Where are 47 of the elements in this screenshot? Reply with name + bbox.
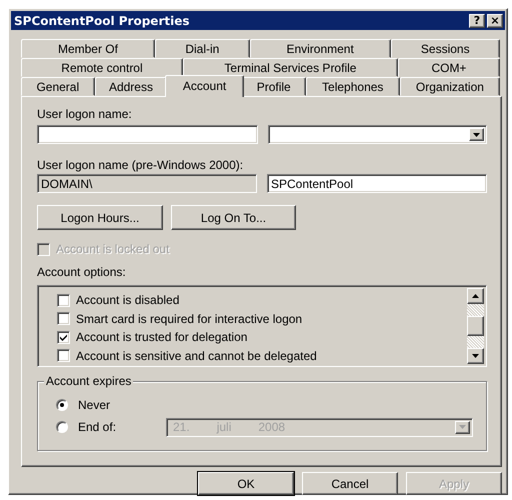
tab[interactable]: Organization [400, 77, 500, 96]
checkbox-label: Account is disabled [76, 293, 180, 308]
checkbox-label: Smart card is required for interactive logon [76, 312, 302, 326]
input-field[interactable] [37, 125, 258, 144]
tab[interactable]: Terminal Services Profile [182, 58, 398, 77]
section-label: Account options: [37, 265, 127, 280]
radio-label: End of: [78, 420, 116, 434]
field-label: User logon name: [37, 107, 133, 122]
radio-button[interactable] [56, 421, 68, 433]
tab[interactable]: Environment [250, 39, 391, 58]
down-arrow-icon [472, 354, 479, 358]
scrollbar[interactable] [467, 288, 484, 364]
close-button[interactable]: × [487, 14, 503, 28]
checkbox-label: Account is sensitive and cannot be delegated [76, 348, 317, 363]
checkbox-label: Account is trusted for delegation [76, 330, 248, 344]
radio-label: Never [78, 398, 110, 412]
domain-field: DOMAIN\ [37, 174, 257, 193]
input-field[interactable]: SPContentPool [267, 174, 487, 193]
field-label: User logon name (pre-Windows 2000): [37, 158, 244, 173]
tab[interactable]: COM+ [398, 58, 500, 77]
tab[interactable]: Member Of [21, 39, 155, 58]
help-button[interactable]: ? [469, 14, 485, 28]
log-on-to-button[interactable]: Log On To... [171, 205, 296, 230]
window-title: SPContentPool Properties [14, 14, 190, 28]
dropdown-button[interactable] [469, 128, 484, 141]
tab[interactable]: General [21, 77, 95, 96]
dialog-button[interactable]: OK [198, 472, 294, 495]
group-label: Account expires [44, 374, 134, 389]
tab[interactable]: Sessions [390, 39, 500, 58]
tab[interactable]: Profile [242, 77, 306, 96]
logon-hours-button[interactable]: Logon Hours... [37, 205, 163, 230]
tab[interactable]: Remote control [21, 58, 183, 77]
checkbox[interactable] [57, 330, 70, 344]
caret-icon [473, 132, 480, 136]
caret-icon [459, 425, 466, 429]
up-arrow-icon [472, 294, 479, 298]
check-icon [59, 332, 68, 342]
tab[interactable]: Telephones [306, 77, 400, 96]
radio-button[interactable] [56, 399, 68, 411]
suffix-combo[interactable] [268, 125, 487, 144]
checkbox[interactable] [57, 294, 70, 307]
tab[interactable]: Account [165, 75, 244, 97]
tab[interactable]: Address [94, 77, 168, 96]
dialog-button[interactable]: Cancel [302, 472, 398, 495]
checkbox[interactable] [57, 349, 70, 362]
checkbox[interactable] [57, 312, 70, 326]
tab[interactable]: Dial-in [154, 39, 250, 58]
